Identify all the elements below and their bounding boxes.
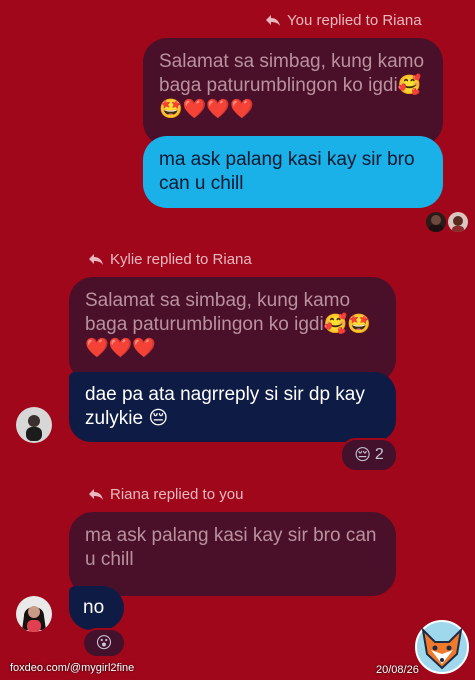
- reply-header-riana: Riana replied to you: [88, 486, 243, 503]
- reaction-count: 2: [374, 446, 384, 463]
- quoted-text: Salamat sa simbag, kung kamo baga paturu…: [159, 51, 425, 120]
- kylie-avatar[interactable]: [16, 407, 52, 443]
- riana-avatar[interactable]: [16, 596, 52, 632]
- reply-header-text: You replied to Riana: [287, 12, 422, 29]
- message-text: no: [83, 597, 105, 618]
- quoted-message[interactable]: Salamat sa simbag, kung kamo baga paturu…: [69, 277, 396, 383]
- reaction-pill[interactable]: 😮: [82, 628, 126, 658]
- sent-message[interactable]: ma ask palang kasi kay sir bro can u chi…: [143, 136, 443, 208]
- reply-arrow-icon: [266, 15, 280, 26]
- quoted-message[interactable]: Salamat sa simbag, kung kamo baga paturu…: [143, 38, 443, 146]
- reply-header-text: Kylie replied to Riana: [110, 251, 252, 268]
- received-message[interactable]: no: [69, 586, 124, 630]
- seen-avatar: [426, 212, 446, 232]
- reaction-emoji: 😔: [354, 447, 371, 464]
- watermark-date: 20/08/26: [376, 664, 419, 676]
- reaction-pill[interactable]: 😔 2: [340, 438, 398, 472]
- reply-arrow-icon: [89, 254, 103, 265]
- fox-logo-icon: [415, 620, 469, 674]
- reply-arrow-icon: [89, 489, 103, 500]
- quoted-text: Salamat sa simbag, kung kamo baga paturu…: [85, 290, 372, 359]
- reply-header-text: Riana replied to you: [110, 486, 244, 503]
- received-message[interactable]: dae pa ata nagrreply si sir dp kay zulyk…: [69, 372, 396, 442]
- reply-header-you: You replied to Riana: [265, 12, 422, 29]
- message-text: dae pa ata nagrreply si sir dp kay zulyk…: [85, 384, 365, 429]
- message-text: ma ask palang kasi kay sir bro can u chi…: [159, 149, 415, 194]
- reaction-emoji: 😮: [95, 635, 113, 652]
- seen-avatar: [448, 212, 468, 232]
- quoted-message[interactable]: ma ask palang kasi kay sir bro can u chi…: [69, 512, 396, 596]
- watermark-url: foxdeo.com/@mygirl2fine: [10, 662, 135, 674]
- quoted-text: ma ask palang kasi kay sir bro can u chi…: [85, 525, 377, 570]
- reply-header-kylie: Kylie replied to Riana: [88, 251, 252, 268]
